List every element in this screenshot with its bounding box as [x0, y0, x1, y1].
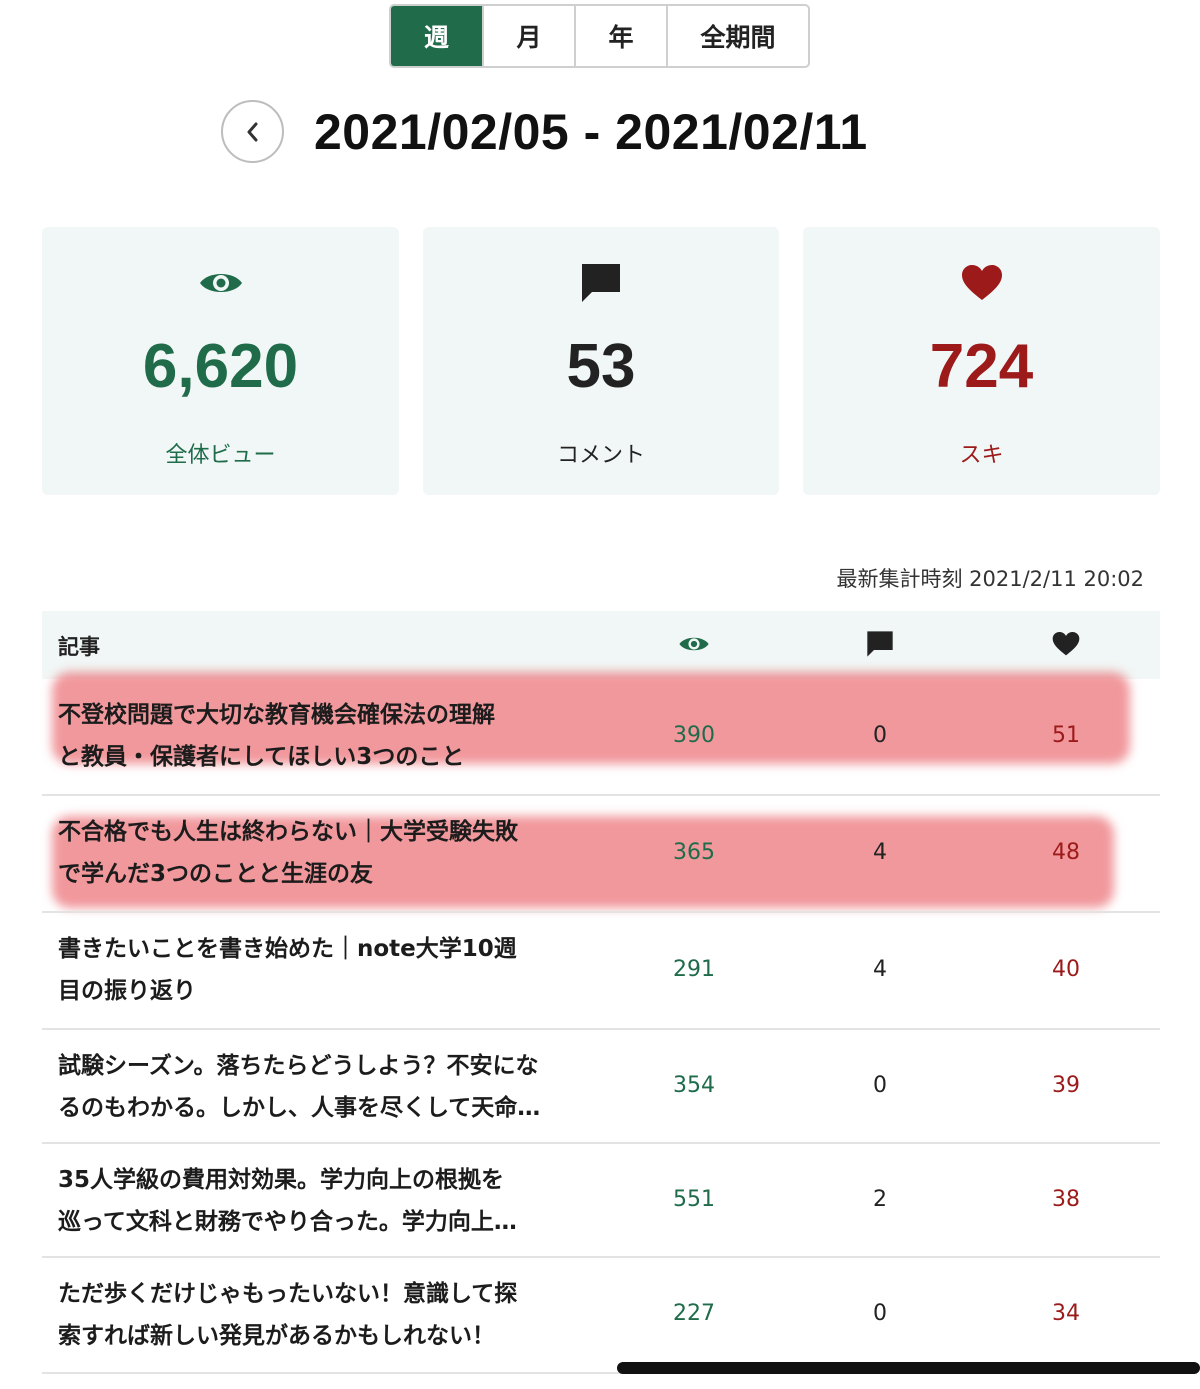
date-range: 2021/02/05 - 2021/02/11	[314, 103, 868, 160]
heart-icon	[1049, 629, 1083, 659]
tab-all-time[interactable]: 全期間	[668, 6, 808, 66]
comment-icon	[863, 629, 897, 659]
row-views: 551	[673, 1187, 715, 1212]
row-likes: 51	[1052, 723, 1080, 748]
eye-icon	[198, 261, 244, 305]
views-card: 6,620 全体ビュー	[42, 227, 399, 495]
total-views-value: 6,620	[142, 332, 299, 401]
comments-card: 53 コメント	[423, 227, 779, 495]
total-likes-value: 724	[929, 332, 1034, 401]
previous-period-button[interactable]	[221, 100, 284, 163]
row-comments: 4	[873, 957, 887, 982]
article-title[interactable]: 書きたいことを書き始めた｜note大学10週 目の振り返り	[58, 928, 598, 1012]
total-comments-value: 53	[566, 332, 636, 401]
row-likes: 39	[1052, 1073, 1080, 1098]
row-views: 365	[673, 840, 715, 865]
total-views-label: 全体ビュー	[165, 443, 276, 468]
table-row[interactable]: ただ歩くだけじゃもったいない！意識して探 索すれば新しい発見があるかもしれない！ …	[42, 1258, 1160, 1374]
eye-icon	[677, 629, 711, 659]
row-comments: 2	[873, 1187, 887, 1212]
total-likes-label: スキ	[959, 443, 1004, 468]
article-title[interactable]: 不登校問題で大切な教育機会確保法の理解 と教員・保護者にしてほしい3つのこと	[58, 694, 598, 778]
row-likes: 38	[1052, 1187, 1080, 1212]
period-tabs: 週 月 年 全期間	[389, 4, 810, 68]
row-views: 227	[673, 1301, 715, 1326]
table-row[interactable]: 35人学級の費用対効果。学力向上の根拠を 巡って文科と財務でやり合った。学力向上……	[42, 1144, 1160, 1258]
row-likes: 48	[1052, 840, 1080, 865]
row-comments: 0	[873, 1301, 887, 1326]
article-title[interactable]: 不合格でも人生は終わらない｜大学受験失敗 で学んだ3つのことと生涯の友	[58, 811, 598, 895]
row-comments: 4	[873, 840, 887, 865]
likes-card: 724 スキ	[803, 227, 1160, 495]
tab-month[interactable]: 月	[484, 6, 576, 66]
tab-year[interactable]: 年	[576, 6, 668, 66]
row-comments: 0	[873, 1073, 887, 1098]
table-row[interactable]: 不登校問題で大切な教育機会確保法の理解 と教員・保護者にしてほしい3つのこと 39…	[42, 679, 1160, 796]
chevron-left-icon	[247, 122, 257, 141]
row-likes: 40	[1052, 957, 1080, 982]
table-row[interactable]: 書きたいことを書き始めた｜note大学10週 目の振り返り 291 4 40	[42, 913, 1160, 1030]
table-row[interactable]: 試験シーズン。落ちたらどうしよう？不安にな るのもわかる。しかし、人事を尽くして天…	[42, 1030, 1160, 1144]
total-comments-label: コメント	[556, 443, 645, 468]
row-views: 390	[673, 723, 715, 748]
scrollbar[interactable]	[617, 1362, 1200, 1374]
article-title[interactable]: 試験シーズン。落ちたらどうしよう？不安にな るのもわかる。しかし、人事を尽くして天…	[58, 1045, 598, 1129]
article-title[interactable]: 35人学級の費用対効果。学力向上の根拠を 巡って文科と財務でやり合った。学力向上…	[58, 1159, 598, 1243]
row-comments: 0	[873, 723, 887, 748]
row-views: 354	[673, 1073, 715, 1098]
row-views: 291	[673, 957, 715, 982]
article-title[interactable]: ただ歩くだけじゃもったいない！意識して探 索すれば新しい発見があるかもしれない！	[58, 1273, 598, 1357]
row-likes: 34	[1052, 1301, 1080, 1326]
table-header: 記事	[42, 611, 1160, 679]
last-updated-time: 最新集計時刻 2021/2/11 20:02	[836, 567, 1144, 591]
table-row[interactable]: 不合格でも人生は終わらない｜大学受験失敗 で学んだ3つのことと生涯の友 365 4…	[42, 796, 1160, 913]
article-column-header: 記事	[58, 635, 100, 659]
comment-icon	[580, 261, 622, 305]
tab-week[interactable]: 週	[391, 6, 484, 66]
heart-icon	[961, 261, 1003, 305]
